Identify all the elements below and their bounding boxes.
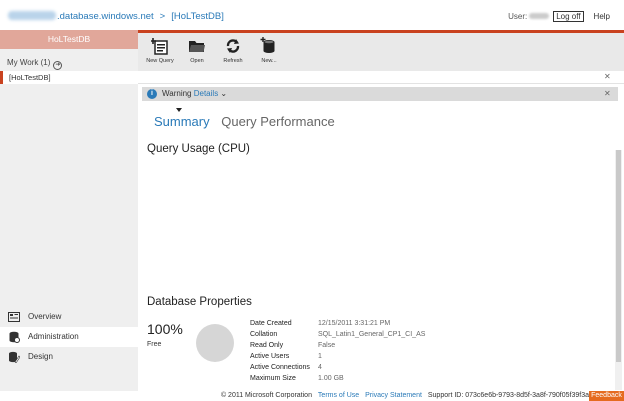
mywork-header[interactable]: My Work (1) ➜	[7, 58, 63, 70]
database-link[interactable]: [HoLTestDB]	[171, 11, 224, 22]
user-label: User:	[508, 12, 528, 21]
warning-bar: i Warning Details ⌄ ✕	[142, 87, 618, 101]
property-value: 12/15/2011 3:31:21 PM	[318, 320, 391, 327]
property-row: Active Connections 4	[250, 362, 425, 373]
property-row: Active Users 1	[250, 351, 425, 362]
close-warning-icon[interactable]: ✕	[604, 87, 611, 101]
copyright-text: © 2011 Microsoft Corporation	[220, 392, 312, 399]
property-key: Date Created	[250, 320, 292, 327]
property-value: False	[318, 342, 336, 349]
administration-icon	[9, 331, 20, 343]
refresh-icon	[226, 39, 240, 53]
property-row: Read Only False	[250, 340, 425, 351]
scrollbar-thumb[interactable]	[616, 150, 621, 362]
mywork-item[interactable]: [HoLTestDB]	[0, 71, 138, 84]
property-key: Maximum Size	[250, 375, 296, 382]
db-properties-heading: Database Properties	[147, 296, 252, 308]
new-button[interactable]: New...	[252, 37, 286, 64]
property-key: Collation	[250, 331, 278, 338]
main-content: Summary Query Performance Query Usage (C…	[142, 101, 618, 391]
refresh-label: Refresh	[223, 58, 243, 64]
breadcrumb-separator: >	[159, 11, 166, 22]
chevron-down-icon[interactable]: ⌄	[220, 89, 227, 98]
breadcrumb: .database.windows.net > [HoLTestDB]	[8, 11, 224, 22]
feedback-button[interactable]: Feedback	[589, 391, 624, 401]
mywork-label: My Work (1)	[7, 58, 51, 67]
warning-details-link[interactable]: Details	[194, 89, 218, 98]
info-icon: i	[147, 89, 157, 99]
user-name-redacted	[529, 13, 550, 19]
property-row: Date Created 12/15/2011 3:31:21 PM	[250, 318, 425, 329]
property-value: 1.00 GB	[318, 375, 344, 382]
sidebar: HoLTestDB My Work (1) ➜ [HoLTestDB] Overv…	[0, 30, 138, 391]
ribbon-toolbar: New Query Open Refresh New...	[138, 33, 624, 71]
support-id: Support ID: 073c6e6b-9793-8d5f-3a8f-790f…	[427, 392, 589, 399]
new-label: New...	[261, 58, 277, 64]
property-value: 4	[318, 364, 322, 371]
selected-tab-marker	[176, 108, 182, 112]
property-key: Active Users	[250, 353, 290, 360]
property-row: Collation SQL_Latin1_General_CP1_CI_AS	[250, 329, 425, 340]
new-database-icon	[260, 37, 275, 53]
property-row: Maximum Size 1.00 GB	[250, 373, 425, 384]
design-icon	[9, 351, 20, 363]
nav-design-label: Design	[28, 352, 53, 361]
user-box: User: Log off Help	[508, 11, 610, 22]
usage-free-label: Free	[147, 341, 162, 348]
terms-link[interactable]: Terms of Use	[318, 392, 359, 399]
tab-query-performance[interactable]: Query Performance	[221, 114, 334, 129]
document-tab-bar: ✕	[138, 71, 624, 84]
property-value: SQL_Latin1_General_CP1_CI_AS	[318, 331, 426, 338]
property-key: Read Only	[250, 342, 284, 349]
usage-percent: 100%	[147, 321, 183, 337]
footer: © 2011 Microsoft Corporation Terms of Us…	[0, 391, 624, 401]
privacy-link[interactable]: Privacy Statement	[365, 392, 422, 399]
refresh-button[interactable]: Refresh	[216, 37, 250, 64]
top-header: .database.windows.net > [HoLTestDB] User: L…	[0, 0, 624, 30]
folder-open-icon	[189, 41, 205, 52]
overview-icon	[8, 312, 20, 322]
warning-label: Warning	[162, 89, 192, 98]
help-link[interactable]: Help	[594, 12, 610, 21]
open-button[interactable]: Open	[180, 37, 214, 64]
nav-overview-label: Overview	[28, 312, 62, 321]
nav-administration-label: Administration	[28, 332, 79, 341]
property-value: 1	[318, 353, 322, 360]
tab-summary[interactable]: Summary	[154, 114, 210, 129]
nav-design[interactable]: Design	[0, 347, 138, 367]
server-link[interactable]: .database.windows.net	[57, 11, 154, 22]
new-query-button[interactable]: New Query	[143, 37, 177, 64]
nav-administration[interactable]: Administration	[0, 327, 138, 347]
close-tab-icon[interactable]: ✕	[604, 72, 611, 81]
new-query-icon	[151, 38, 168, 55]
arrow-right-icon[interactable]: ➜	[53, 61, 63, 70]
logoff-link[interactable]: Log off	[553, 11, 584, 22]
footer-links: © 2011 Microsoft Corporation Terms of Us…	[221, 391, 589, 401]
view-tabs: Summary Query Performance	[154, 114, 335, 129]
property-key: Active Connections	[250, 364, 310, 371]
query-usage-heading: Query Usage (CPU)	[147, 143, 250, 155]
usage-pie-chart	[196, 324, 234, 362]
warning-text: Warning Details ⌄	[162, 87, 227, 101]
properties-table: Date Created 12/15/2011 3:31:21 PM Collat…	[250, 318, 425, 384]
server-name-redacted	[8, 11, 56, 20]
new-query-label: New Query	[146, 58, 174, 64]
sidebar-db-title[interactable]: HoLTestDB	[0, 30, 138, 49]
nav-overview[interactable]: Overview	[0, 307, 138, 327]
open-label: Open	[190, 58, 204, 64]
